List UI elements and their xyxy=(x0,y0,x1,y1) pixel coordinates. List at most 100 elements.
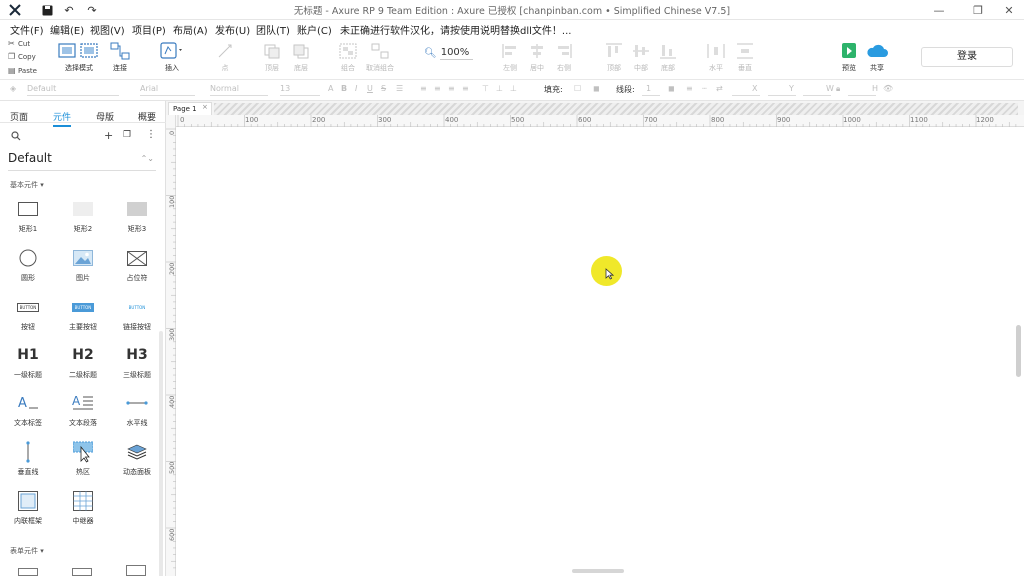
valign-middle-icon[interactable]: ⊥ xyxy=(496,84,503,93)
lock-ratio-icon[interactable]: 🔒︎ xyxy=(836,84,840,94)
widget-rectangle1[interactable]: 矩形1 xyxy=(1,197,55,234)
panel-scrollbar[interactable] xyxy=(159,331,163,576)
bullet-list-icon[interactable]: ☰ xyxy=(396,84,403,93)
align-text-center-icon[interactable]: ≡ xyxy=(434,84,441,93)
menu-arrange[interactable]: 布局(A) xyxy=(173,22,208,37)
tab-outline[interactable]: 概要 xyxy=(138,110,156,123)
stroke-dash-icon[interactable]: ┄ xyxy=(702,84,707,93)
canvas-vertical-scrollbar[interactable] xyxy=(1016,325,1021,377)
v-ruler-label: 600 xyxy=(168,528,176,541)
fill-shadow-swatch[interactable]: ◼ xyxy=(593,84,600,93)
widget-rectangle3[interactable]: 矩形3 xyxy=(110,197,164,234)
underline-icon[interactable]: U xyxy=(367,84,373,93)
fill-color-swatch[interactable]: ☐ xyxy=(574,84,581,93)
widget-text-paragraph[interactable]: A 文本段落 xyxy=(56,391,110,428)
widget-link-button[interactable]: BUTTON 链接按钮 xyxy=(110,295,164,332)
w-field-underline xyxy=(803,95,831,96)
import-library-icon[interactable]: ❐ xyxy=(123,130,131,140)
widget-rectangle2[interactable]: 矩形2 xyxy=(56,197,110,234)
maximize-button[interactable]: ❐ xyxy=(961,0,995,20)
widget-hotspot[interactable]: 热区 xyxy=(56,440,110,477)
stroke-style-icon[interactable]: ≡ xyxy=(686,84,693,93)
font-select[interactable]: Arial xyxy=(140,84,158,93)
widget-dynamic-panel[interactable]: 动态面板 xyxy=(110,440,164,477)
zoom-control[interactable]: 🔍︎ 100% xyxy=(424,47,474,60)
v-ruler-label: 300 xyxy=(168,328,176,341)
share-button[interactable]: 共享 xyxy=(857,42,897,73)
bold-icon[interactable]: B xyxy=(341,84,347,93)
style-select[interactable]: Default xyxy=(27,84,56,93)
section-form-widgets[interactable]: 表单元件 ▾ xyxy=(10,546,44,556)
ungroup-button[interactable]: 取消组合 xyxy=(360,42,400,73)
widget-vertical-line[interactable]: 垂直线 xyxy=(1,440,55,477)
point-button[interactable]: 点 xyxy=(205,42,245,73)
valign-bottom-icon[interactable]: ⊥ xyxy=(510,84,517,93)
design-canvas[interactable] xyxy=(176,127,1014,576)
widget-search-row: + ❐ ⋮ xyxy=(0,125,166,147)
strikethrough-icon[interactable]: S xyxy=(381,84,386,93)
cut-button[interactable]: ✂ Cut xyxy=(8,39,30,48)
library-select[interactable]: Default ⌃⌄ xyxy=(8,151,156,171)
circle-icon xyxy=(19,249,37,267)
copy-button[interactable]: ❐ Copy xyxy=(8,52,36,61)
more-options-icon[interactable]: ⋮ xyxy=(146,129,156,140)
font-weight-select[interactable]: Normal xyxy=(210,84,239,93)
widget-text-label[interactable]: A 文本标签 xyxy=(1,391,55,428)
login-button[interactable]: 登录 xyxy=(921,47,1013,67)
text-color-icon[interactable]: A xyxy=(328,84,333,93)
align-right-button[interactable]: 右侧 xyxy=(544,42,584,73)
widget-heading3[interactable]: H3 三级标题 xyxy=(110,343,164,380)
font-size-select[interactable]: 13 xyxy=(280,84,290,93)
widget-heading1[interactable]: H1 一级标题 xyxy=(1,343,55,380)
tab-masters[interactable]: 母版 xyxy=(96,110,114,123)
tab-pages[interactable]: 页面 xyxy=(10,110,28,123)
menu-file[interactable]: 文件(F) xyxy=(10,22,44,37)
align-bottom-button[interactable]: 底部 xyxy=(648,42,688,73)
bottom-layer-button[interactable]: 底层 xyxy=(281,42,321,73)
zoom-icon: 🔍︎ xyxy=(424,48,437,59)
form-widget-textarea-preview xyxy=(72,568,92,576)
italic-icon[interactable]: I xyxy=(355,84,357,93)
widget-heading2[interactable]: H2 二级标题 xyxy=(56,343,110,380)
visibility-eye-icon[interactable]: 👁︎ xyxy=(883,84,893,93)
horizontal-ruler[interactable]: 0 100 200 300 400 500 600 700 800 900 10… xyxy=(176,115,1024,127)
stroke-width-value[interactable]: 1 xyxy=(646,84,651,93)
vertical-ruler[interactable]: 0 100 200 300 400 500 600 xyxy=(166,115,176,576)
menu-account[interactable]: 账户(C) xyxy=(297,22,332,37)
widget-circle[interactable]: 圆形 xyxy=(1,246,55,283)
arrow-style-icon[interactable]: ⇄ xyxy=(716,84,723,93)
valign-top-icon[interactable]: ⊤ xyxy=(482,84,489,93)
menu-notice[interactable]: 未正确进行软件汉化，请按使用说明替换dll文件！... xyxy=(340,22,571,37)
align-text-justify-icon[interactable]: ≡ xyxy=(462,84,469,93)
menu-view[interactable]: 视图(V) xyxy=(90,22,125,37)
widget-image[interactable]: 图片 xyxy=(56,246,110,283)
paste-button[interactable]: ▤ Paste xyxy=(8,66,37,75)
h-ruler-label: 1000 xyxy=(843,116,861,124)
widget-inline-frame[interactable]: 内联框架 xyxy=(1,489,55,526)
stroke-color-swatch[interactable]: ◼ xyxy=(668,84,675,93)
section-basic-widgets[interactable]: 基本元件 ▾ xyxy=(10,180,44,190)
distribute-vertical-button[interactable]: 垂直 xyxy=(725,42,765,73)
search-icon[interactable] xyxy=(11,131,21,141)
menu-edit[interactable]: 编辑(E) xyxy=(50,22,84,37)
widget-placeholder[interactable]: 占位符 xyxy=(110,246,164,283)
align-text-right-icon[interactable]: ≡ xyxy=(448,84,455,93)
minimize-button[interactable]: — xyxy=(922,0,956,20)
menu-team[interactable]: 团队(T) xyxy=(256,22,290,37)
widget-button[interactable]: BUTTON 按钮 xyxy=(1,295,55,332)
canvas-horizontal-scrollbar[interactable] xyxy=(572,569,624,573)
widget-primary-button[interactable]: BUTTON 主要按钮 xyxy=(56,295,110,332)
insert-button[interactable]: 插入 xyxy=(152,42,192,73)
menu-publish[interactable]: 发布(U) xyxy=(215,22,250,37)
stroke-label: 线段: xyxy=(616,85,635,94)
add-library-icon[interactable]: + xyxy=(104,129,113,142)
connect-button[interactable]: 连接 xyxy=(100,42,140,73)
v-ruler-label: 400 xyxy=(168,395,176,408)
close-button[interactable]: ✕ xyxy=(992,0,1024,20)
widget-horizontal-line[interactable]: 水平线 xyxy=(110,391,164,428)
font-size-underline xyxy=(280,95,320,96)
close-tab-icon[interactable]: × xyxy=(202,103,208,111)
align-text-left-icon[interactable]: ≡ xyxy=(420,84,427,93)
widget-repeater[interactable]: 中继器 xyxy=(56,489,110,526)
menu-project[interactable]: 项目(P) xyxy=(132,22,166,37)
